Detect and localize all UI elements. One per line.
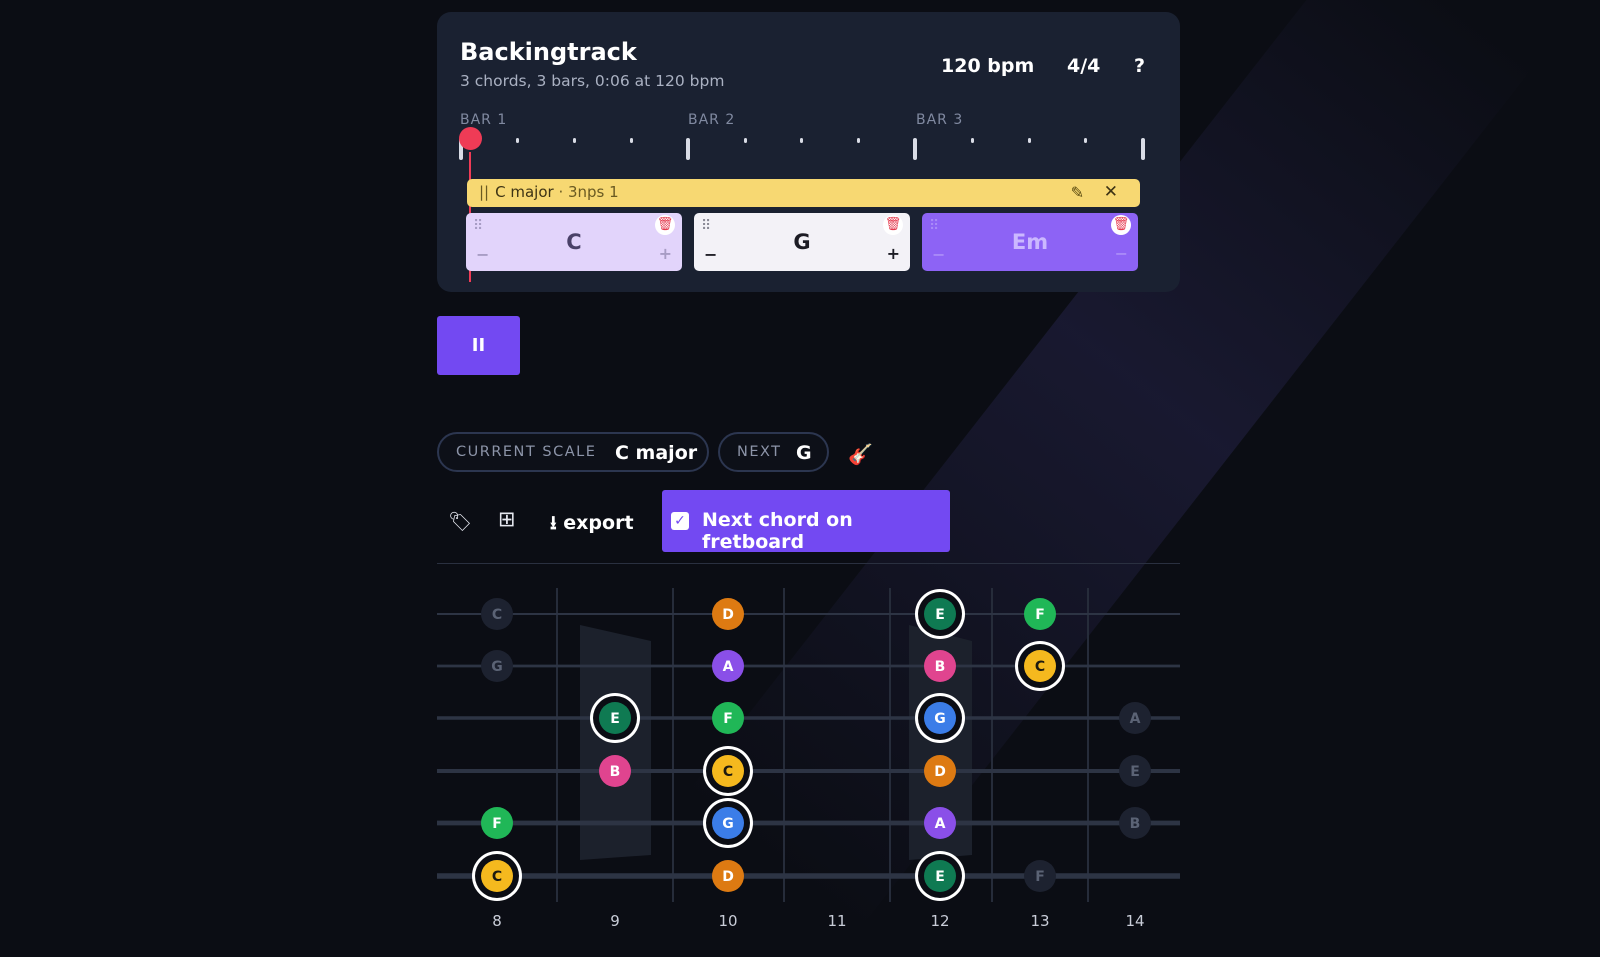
note-label: G xyxy=(934,711,946,727)
fretboard-note-a[interactable]: A xyxy=(712,650,744,682)
note-label: D xyxy=(722,869,734,885)
fretboard-note-b[interactable]: B xyxy=(599,755,631,787)
fretboard-note-e[interactable]: E xyxy=(590,693,640,743)
note-label: D xyxy=(722,607,734,623)
note-label: E xyxy=(1130,764,1140,780)
note-label: E xyxy=(935,607,945,623)
fret-number: 8 xyxy=(492,912,502,930)
fretboard-note-a[interactable]: A xyxy=(924,807,956,839)
note-label: B xyxy=(1130,816,1141,832)
fretboard-note-e[interactable]: E xyxy=(915,851,965,901)
note-label: C xyxy=(1035,659,1045,675)
note-label: A xyxy=(935,816,946,832)
fret-number: 14 xyxy=(1125,912,1144,930)
note-label: B xyxy=(935,659,946,675)
fretboard-note-c[interactable]: C xyxy=(472,851,522,901)
fretboard-note-b[interactable]: B xyxy=(1119,807,1151,839)
fretboard-note-g[interactable]: G xyxy=(703,798,753,848)
note-label: D xyxy=(934,764,946,780)
fretboard-note-d[interactable]: D xyxy=(712,598,744,630)
fretboard-note-e[interactable]: E xyxy=(915,589,965,639)
note-label: F xyxy=(723,711,733,727)
note-label: C xyxy=(723,764,733,780)
fretboard-note-f[interactable]: F xyxy=(481,807,513,839)
fretboard-note-f[interactable]: F xyxy=(1024,598,1056,630)
fretboard-note-d[interactable]: D xyxy=(712,860,744,892)
fret-number: 9 xyxy=(610,912,620,930)
fretboard-note-e[interactable]: E xyxy=(1119,755,1151,787)
note-label: F xyxy=(1035,869,1045,885)
fretboard-note-c[interactable]: C xyxy=(1015,641,1065,691)
note-label: C xyxy=(492,869,502,885)
note-label: A xyxy=(1130,711,1141,727)
note-label: F xyxy=(1035,607,1045,623)
fret-number: 11 xyxy=(827,912,846,930)
note-label: E xyxy=(610,711,620,727)
note-label: A xyxy=(723,659,734,675)
fretboard-note-g[interactable]: G xyxy=(481,650,513,682)
fretboard[interactable]: 8 9 10 11 12 13 14 C D E F G A B C E F G A B C D E F G A B C D E F xyxy=(0,0,1600,957)
fret-number: 10 xyxy=(718,912,737,930)
fretboard-note-g[interactable]: G xyxy=(915,693,965,743)
note-label: E xyxy=(935,869,945,885)
fret-number: 13 xyxy=(1030,912,1049,930)
fretboard-note-b[interactable]: B xyxy=(924,650,956,682)
fretboard-note-a[interactable]: A xyxy=(1119,702,1151,734)
fret-number: 12 xyxy=(930,912,949,930)
note-label: G xyxy=(491,659,503,675)
fretboard-note-d[interactable]: D xyxy=(924,755,956,787)
fretboard-note-c[interactable]: C xyxy=(481,598,513,630)
fretboard-note-c[interactable]: C xyxy=(703,746,753,796)
note-label: B xyxy=(610,764,621,780)
note-label: G xyxy=(722,816,734,832)
note-label: F xyxy=(492,816,502,832)
note-label: C xyxy=(492,607,502,623)
fretboard-note-f[interactable]: F xyxy=(1024,860,1056,892)
fretboard-note-f[interactable]: F xyxy=(712,702,744,734)
